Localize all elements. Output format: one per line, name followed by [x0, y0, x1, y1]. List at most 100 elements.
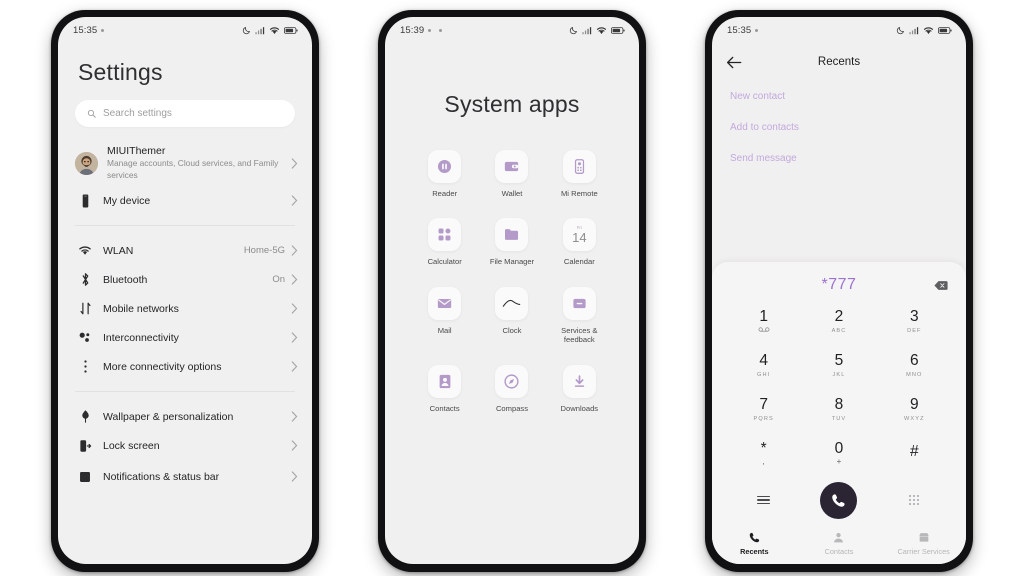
sidebar-item-mobile-networks[interactable]: Mobile networks — [58, 294, 312, 323]
key-digit: 1 — [759, 307, 768, 325]
page-title: Settings — [78, 59, 163, 85]
sidebar-item-my-device[interactable]: My device — [58, 186, 312, 215]
status-dot-icon — [428, 28, 432, 32]
key-letters: JKL — [832, 371, 846, 378]
sidebar-item-notifications-status-bar[interactable]: Notifications & status bar — [58, 462, 312, 491]
chevron-right-icon — [291, 332, 298, 343]
top-bar: Recents — [712, 47, 966, 77]
app-mail[interactable]: Mail — [411, 286, 478, 345]
key-letters: PQRS — [753, 415, 774, 422]
app-compass[interactable]: Compass — [478, 364, 545, 413]
compass-icon — [504, 374, 520, 389]
more-vertical-icon — [75, 359, 95, 374]
app-file-manager[interactable]: File Manager — [478, 218, 545, 266]
link-new-contact[interactable]: New contact — [730, 91, 948, 102]
signal-icon — [909, 26, 919, 34]
chevron-right-icon — [291, 440, 298, 451]
status-bar: 15:35 — [58, 17, 312, 43]
dnd-moon-icon — [896, 26, 905, 34]
app-mi-remote[interactable]: Mi Remote — [546, 150, 613, 198]
status-bar: 15:39 — [385, 17, 639, 43]
calendar-day: 14 — [572, 230, 587, 246]
app-tile — [495, 218, 529, 252]
folder-icon — [505, 229, 519, 241]
key-digit: 6 — [910, 352, 919, 370]
chevron-right-icon — [291, 303, 298, 314]
key-3[interactable]: 3 DEF — [877, 302, 952, 341]
key-hash[interactable]: # — [877, 434, 952, 473]
app-tile — [428, 150, 462, 183]
menu-icon[interactable] — [757, 493, 771, 507]
page-title: System apps — [444, 91, 580, 117]
key-0[interactable]: 0 + — [801, 434, 876, 473]
app-label: Mail — [437, 325, 452, 335]
notifications-icon — [75, 471, 95, 483]
app-label: Mi Remote — [560, 189, 598, 198]
app-contacts[interactable]: Contacts — [411, 364, 478, 413]
settings-value: On — [272, 274, 285, 285]
keypad-icon[interactable] — [909, 495, 920, 505]
sidebar-item-interconnectivity[interactable]: Interconnectivity — [58, 323, 312, 352]
dialed-number-row: *777 — [712, 272, 966, 298]
backspace-button[interactable] — [934, 278, 948, 296]
settings-value: Home-5G — [243, 245, 285, 256]
app-tile — [428, 364, 462, 398]
key-5[interactable]: 5 JKL — [801, 346, 876, 385]
status-bar: 15:35 — [712, 17, 966, 43]
key-7[interactable]: 7 PQRS — [726, 390, 801, 429]
calculator-icon — [438, 229, 451, 241]
key-letters: MNO — [906, 371, 923, 378]
key-digit: 8 — [834, 396, 844, 414]
key-star[interactable]: * , — [726, 434, 801, 473]
battery-icon — [284, 26, 298, 34]
app-tile — [428, 286, 462, 320]
sidebar-item-bluetooth[interactable]: Bluetooth On — [58, 265, 312, 294]
signal-icon — [582, 26, 592, 34]
screenshot-stage: 15:35 Settings Search settings MIUITheme… — [0, 0, 1024, 576]
sidebar-item-lock-screen[interactable]: Lock screen — [58, 431, 312, 460]
sidebar-item-more-connectivity-options[interactable]: More connectivity options — [58, 352, 312, 381]
dialer-actions — [712, 477, 966, 523]
account-row[interactable]: MIUIThemer Manage accounts, Cloud servic… — [58, 140, 312, 186]
mail-icon — [437, 298, 452, 309]
key-1[interactable]: 1 — [726, 302, 801, 341]
phone-system-apps: 15:39 System apps Reader Wallet Mi Remot… — [378, 10, 646, 572]
app-reader[interactable]: Reader — [411, 150, 478, 198]
key-symbol: + — [836, 457, 842, 467]
nav-contacts[interactable]: Contacts — [825, 531, 853, 556]
clock-icon — [503, 300, 521, 308]
action-links: New contact Add to contacts Send message — [712, 77, 966, 164]
key-4[interactable]: 4 GHI — [726, 346, 801, 385]
app-label: Contacts — [429, 403, 460, 413]
search-placeholder: Search settings — [103, 108, 172, 119]
link-add-to-contacts[interactable]: Add to contacts — [730, 122, 948, 133]
wifi-icon — [269, 26, 280, 34]
app-tile — [562, 150, 596, 183]
key-symbol: , — [762, 457, 765, 467]
key-8[interactable]: 8 TUV — [801, 390, 876, 429]
sidebar-item-wlan[interactable]: WLAN Home-5G — [58, 236, 312, 265]
app-wallet[interactable]: Wallet — [478, 150, 545, 198]
app-calendar[interactable]: Fri 14 Calendar — [546, 218, 613, 266]
app-label: Wallet — [501, 189, 523, 198]
call-button[interactable] — [820, 481, 858, 519]
app-clock[interactable]: Clock — [478, 286, 545, 345]
app-calculator[interactable]: Calculator — [411, 218, 478, 266]
search-input[interactable]: Search settings — [75, 100, 295, 127]
key-6[interactable]: 6 MNO — [877, 346, 952, 385]
wifi-icon — [75, 245, 95, 256]
sidebar-item-wallpaper-personalization[interactable]: Wallpaper & personalization — [58, 402, 312, 431]
nav-recents[interactable]: Recents — [740, 531, 769, 556]
settings-label: Mobile networks — [103, 302, 179, 315]
chevron-right-icon — [291, 195, 298, 206]
key-2[interactable]: 2 ABC — [801, 302, 876, 341]
key-9[interactable]: 9 WXYZ — [877, 390, 952, 429]
app-services-feedback[interactable]: Services & feedback — [546, 286, 613, 345]
app-downloads[interactable]: Downloads — [546, 364, 613, 413]
app-label: File Manager — [489, 257, 535, 267]
link-send-message[interactable]: Send message — [730, 153, 948, 164]
app-grid: Reader Wallet Mi Remote Calculator File … — [385, 150, 639, 413]
key-digit: 7 — [759, 396, 768, 414]
back-button[interactable] — [726, 56, 742, 69]
nav-carrier-services[interactable]: Carrier Services — [898, 531, 950, 556]
